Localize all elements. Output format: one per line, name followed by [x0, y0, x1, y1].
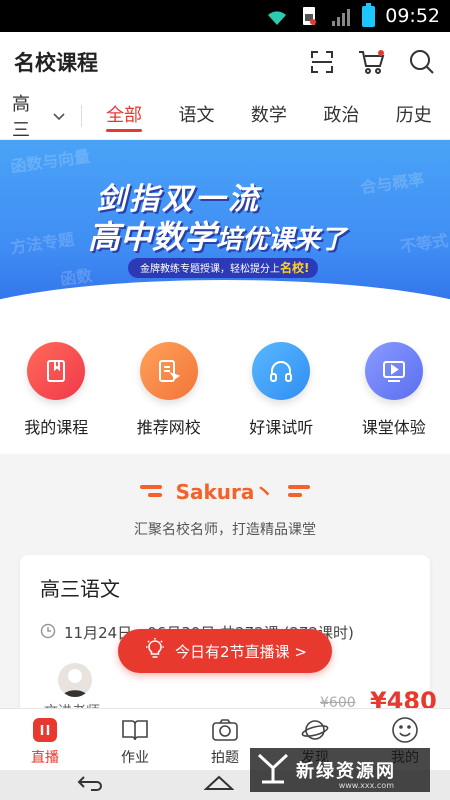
cart-icon[interactable]	[358, 48, 386, 76]
watermark-logo-icon	[256, 751, 290, 789]
live-tv-icon	[30, 715, 60, 745]
back-icon[interactable]	[76, 774, 104, 796]
wifi-icon	[266, 6, 288, 26]
book-icon	[27, 342, 86, 400]
banner-strip-highlight: 名校!	[280, 261, 310, 275]
planet-icon	[300, 715, 330, 745]
entry-class-experience[interactable]: 课堂体验	[344, 342, 444, 454]
watermark-url: www.xxx.com	[338, 781, 394, 790]
course-title: 高三语文	[40, 577, 120, 601]
tab-chinese[interactable]: 语文	[160, 92, 232, 140]
banner-ghost-text: 不等式	[399, 230, 450, 257]
open-book-icon	[120, 715, 150, 745]
banner-title: 高中数学培优课来了	[88, 212, 346, 258]
page-title: 名校课程	[14, 51, 98, 75]
headphones-icon	[252, 342, 311, 400]
tab-math[interactable]: 数学	[233, 92, 305, 140]
section-deco-left	[139, 484, 162, 497]
section-subtitle: 汇聚名校名师，打造精品课堂	[134, 522, 316, 538]
chevron-down-icon	[53, 105, 65, 126]
section-title: Sakura丶	[175, 480, 275, 504]
scan-icon[interactable]	[308, 48, 336, 76]
category-tabs: 高三 全部 语文 数学 政治 历史	[0, 92, 450, 141]
entry-label: 推荐网校	[136, 418, 201, 437]
entry-recommended-schools[interactable]: 推荐网校	[119, 342, 219, 454]
camera-icon	[210, 715, 240, 745]
entry-label: 课堂体验	[361, 418, 426, 437]
grade-label: 高三	[12, 93, 30, 141]
clock-icon	[40, 623, 56, 643]
tab-history[interactable]: 历史	[378, 92, 450, 140]
watermark-text: 新绿资源网	[296, 761, 396, 782]
search-icon[interactable]	[408, 48, 436, 76]
quick-entries: 我的课程 推荐网校 好课试听 课堂体验	[0, 320, 450, 454]
entry-label: 我的课程	[24, 418, 89, 437]
nav-live[interactable]: 直播	[5, 715, 85, 770]
signal-icon	[330, 6, 352, 26]
banner-title-main: 高中数学	[88, 218, 217, 256]
school-icon	[139, 342, 198, 400]
nav-label: 拍题	[211, 750, 239, 766]
banner-strip: 金牌教练专题授课，轻松提分上名校!	[128, 258, 318, 278]
banner-strip-text: 金牌教练专题授课，轻松提分上	[140, 264, 280, 275]
entry-trial-lessons[interactable]: 好课试听	[231, 342, 331, 454]
nav-homework[interactable]: 作业	[95, 715, 175, 770]
live-today-button[interactable]: 今日有2节直播课 >	[118, 629, 332, 673]
promo-banner[interactable]: 函数与向量 方法专题 函数 不等式 合与概率 剑指双一流 高中数学培优课来了 金…	[0, 140, 450, 320]
banner-ghost-text: 方法专题	[9, 229, 76, 258]
nav-label: 直播	[31, 750, 59, 766]
sim-card-icon	[298, 6, 320, 26]
status-time: 09:52	[385, 5, 440, 27]
nav-label: 作业	[121, 750, 149, 766]
entry-label: 好课试听	[249, 418, 314, 437]
tab-all[interactable]: 全部	[88, 92, 160, 140]
watermark: 新绿资源网 www.xxx.com	[250, 748, 430, 792]
grade-dropdown[interactable]: 高三	[12, 94, 82, 141]
status-bar: 09:52	[0, 0, 450, 32]
lightbulb-icon	[143, 637, 167, 665]
banner-title-tail: 培优课来了	[216, 225, 347, 255]
battery-icon	[362, 2, 376, 27]
smiley-icon	[390, 715, 420, 745]
video-play-icon	[364, 342, 423, 400]
live-today-label: 今日有2节直播课 >	[175, 642, 307, 661]
home-icon[interactable]	[203, 774, 235, 796]
banner-ghost-text: 函数与向量	[9, 146, 92, 177]
section-deco-right	[288, 484, 311, 497]
app-header: 名校课程	[0, 32, 450, 92]
banner-ghost-text: 合与概率	[359, 169, 426, 198]
section-header: Sakura丶 汇聚名校名师，打造精品课堂	[0, 466, 450, 546]
entry-my-courses[interactable]: 我的课程	[6, 342, 106, 454]
tab-politics[interactable]: 政治	[305, 92, 377, 140]
avatar	[58, 663, 92, 697]
